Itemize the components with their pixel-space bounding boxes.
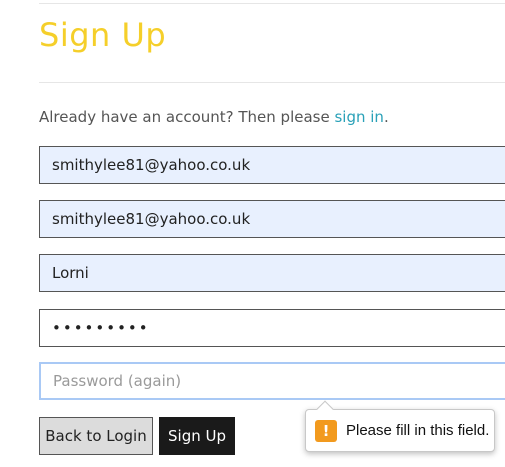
password-again-field[interactable]	[39, 362, 505, 400]
validation-tooltip: ! Please fill in this field.	[305, 400, 495, 452]
top-divider	[39, 3, 505, 4]
email-field[interactable]	[39, 146, 505, 184]
signin-period: .	[383, 108, 389, 126]
signin-prompt: Already have an account? Then please sig…	[39, 108, 389, 126]
validation-message: Please fill in this field.	[346, 422, 490, 439]
email-confirm-field[interactable]	[39, 200, 505, 238]
title-divider	[39, 82, 505, 83]
page-title: Sign Up	[39, 16, 167, 54]
signin-prompt-text: Already have an account? Then please	[39, 108, 335, 126]
password-field[interactable]	[39, 309, 505, 347]
sign-up-button[interactable]: Sign Up	[159, 417, 235, 455]
back-to-login-button[interactable]: Back to Login	[39, 417, 153, 455]
warning-icon: !	[315, 419, 337, 442]
tooltip-arrow	[316, 400, 334, 418]
signin-link[interactable]: sign in	[334, 108, 383, 126]
username-field[interactable]	[39, 254, 505, 292]
